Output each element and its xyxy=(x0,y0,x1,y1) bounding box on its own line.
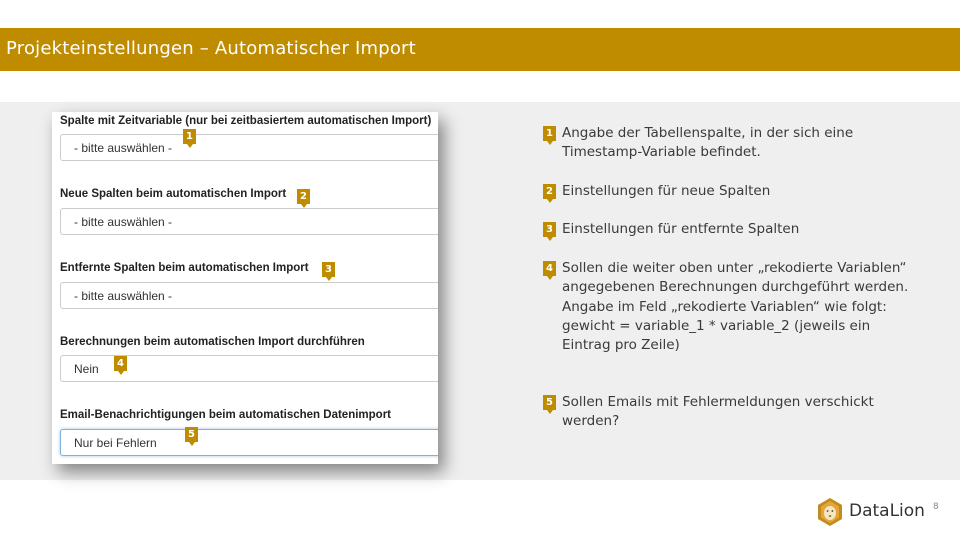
note-badge-5: 5 xyxy=(543,395,556,410)
note-text-5: Sollen Emails mit Fehlermeldungen versch… xyxy=(562,394,874,430)
note-badge-3: 3 xyxy=(543,222,556,237)
page-number: 8 xyxy=(933,502,939,512)
note-badge-2: 2 xyxy=(543,184,556,199)
slide-title: Projekteinstellungen – Automatischer Imp… xyxy=(6,38,416,59)
field-label-calculations: Berechnungen beim automatischen Import d… xyxy=(60,336,365,348)
new-columns-select-value: - bitte auswählen - xyxy=(74,215,173,229)
calculations-select-value: Nein xyxy=(74,362,99,376)
field-label-removed-columns: Entfernte Spalten beim automatischen Imp… xyxy=(60,262,309,274)
new-columns-select[interactable]: - bitte auswählen - xyxy=(60,208,438,235)
marker-badge-1: 1 xyxy=(183,129,196,144)
brand-name: DataLion xyxy=(849,501,925,521)
note-text-2: Einstellungen für neue Spalten xyxy=(562,183,771,199)
form-screenshot: Spalte mit Zeitvariable (nur bei zeitbas… xyxy=(52,112,438,464)
note-badge-1: 1 xyxy=(543,126,556,141)
email-notifications-select[interactable]: Nur bei Fehlern xyxy=(60,429,438,456)
note-text-3: Einstellungen für entfernte Spalten xyxy=(562,221,800,237)
marker-badge-4: 4 xyxy=(114,356,127,371)
time-column-select[interactable]: - bitte auswählen - xyxy=(60,134,438,161)
field-label-email-notifications: Email-Benachrichtigungen beim automatisc… xyxy=(60,409,391,421)
lion-icon xyxy=(818,498,842,526)
removed-columns-select-value: - bitte auswählen - xyxy=(74,289,173,303)
note-text-1: Angabe der Tabellenspalte, in der sich e… xyxy=(562,125,854,161)
field-label-time-column: Spalte mit Zeitvariable (nur bei zeitbas… xyxy=(60,115,432,127)
note-badge-4: 4 xyxy=(543,261,556,276)
time-column-select-value: - bitte auswählen - xyxy=(74,141,173,155)
marker-badge-5: 5 xyxy=(185,427,198,442)
marker-badge-3: 3 xyxy=(322,262,335,277)
note-text-4: Sollen die weiter oben unter „rekodierte… xyxy=(562,260,909,354)
removed-columns-select[interactable]: - bitte auswählen - xyxy=(60,282,438,309)
marker-badge-2: 2 xyxy=(297,189,310,204)
slide-title-bar: Projekteinstellungen – Automatischer Imp… xyxy=(0,28,960,71)
field-label-new-columns: Neue Spalten beim automatischen Import xyxy=(60,188,287,200)
email-notifications-select-value: Nur bei Fehlern xyxy=(74,436,157,450)
